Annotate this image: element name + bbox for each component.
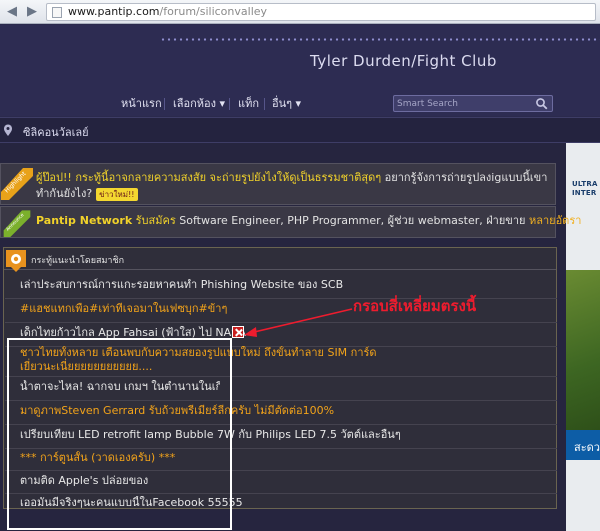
topic-link[interactable]: เปรียบเทียบ LED retrofit lamp Bubble 7W … [20, 428, 550, 442]
nav-tags[interactable]: แท็ก [238, 95, 259, 113]
address-bar[interactable]: www.pantip.com/forum/siliconvalley [46, 3, 596, 21]
search-icon[interactable] [535, 97, 548, 110]
top-nav: หน้าแรก เลือกห้อง ▾ แท็ก อื่นๆ ▾ [0, 90, 600, 116]
row-divider [5, 493, 557, 494]
recommended-header: กระทู้แนะนำโดยสมาชิก [4, 248, 556, 272]
nav-divider [229, 98, 230, 110]
club-header: Tyler Durden/Fight Club [0, 25, 600, 90]
topic-link[interactable]: *** การ์ตูนสั้น (วาดเองครับ) *** [20, 451, 550, 465]
medal-icon [6, 250, 26, 272]
nav-select-room[interactable]: เลือกห้อง ▾ [173, 95, 225, 113]
highlight-box: Highlight ผู้ป๊อป!! กระทู้นี้อาจกลายความ… [0, 163, 556, 205]
forward-arrow-icon[interactable]: ▶ [24, 4, 40, 20]
side-ad-image [566, 270, 600, 430]
nav-divider [164, 98, 165, 110]
topic-link[interactable]: มาดูภาพSteven Gerrard รับถ้วยพรีเมียร์ลี… [20, 404, 550, 418]
row-divider [5, 470, 557, 471]
annotation-arrow-icon [244, 308, 353, 337]
side-ad-bar: สะดว [566, 430, 600, 460]
browser-toolbar: ◀ ▶ www.pantip.com/forum/siliconvalley [0, 0, 600, 24]
announce-ribbon-icon: Announce [3, 210, 31, 237]
dotted-divider [160, 38, 600, 41]
close-icon[interactable] [232, 326, 244, 338]
nav-more[interactable]: อื่นๆ ▾ [272, 95, 301, 113]
breadcrumb: ซิลิคอนวัลเลย์ [0, 117, 600, 143]
topic-link[interactable]: เออมันมีจริงๆนะคนแบบนี้ในFacebook 55555 [20, 496, 550, 510]
recommended-topics-panel: กระทู้แนะนำโดยสมาชิก เล่าประสบการณ์การแก… [3, 247, 557, 509]
highlight-text[interactable]: ผู้ป๊อป!! กระทู้นี้อาจกลายความสงสัย จะถ่… [36, 170, 551, 202]
back-arrow-icon[interactable]: ◀ [4, 4, 20, 20]
page-icon [52, 7, 62, 18]
row-divider [5, 400, 557, 401]
announce-box: Announce Pantip Network รับสมัคร Softwar… [0, 206, 581, 238]
breadcrumb-room[interactable]: ซิลิคอนวัลเลย์ [23, 123, 89, 141]
topic-link[interactable]: ชาวไทยทั้งหลาย เตือนพบกับความสยองรูปแบบใ… [20, 346, 390, 374]
url-text: www.pantip.com/forum/siliconvalley [68, 5, 268, 18]
club-title: Tyler Durden/Fight Club [310, 52, 497, 70]
row-divider [5, 448, 557, 449]
search-input[interactable] [397, 97, 527, 110]
topic-link[interactable]: เล่าประสบการณ์การแกะรอยหาคนทำ Phishing W… [20, 278, 550, 292]
annotation-label: กรอบสี่เหลี่ยมตรงนี้ [353, 297, 477, 315]
nav-divider [264, 98, 265, 110]
topic-link[interactable]: น้ำตาจะไหล! ฉากจบ เกมฯ ในตำนานในเกียรติ [20, 380, 220, 394]
new-badge: ข่าวใหม่!! [96, 187, 138, 201]
recommended-heading: กระทู้แนะนำโดยสมาชิก [31, 256, 125, 266]
row-divider [5, 376, 557, 377]
nav-home[interactable]: หน้าแรก [121, 95, 162, 113]
smart-search [393, 95, 553, 112]
side-ad-heading: ULTRA INTER [572, 180, 598, 197]
topic-link[interactable]: ตามติด Apple's ปล่อยของ [20, 474, 550, 488]
highlight-ribbon-icon: Highlight [1, 168, 33, 200]
announce-text[interactable]: Pantip Network รับสมัคร Software Enginee… [36, 213, 581, 229]
row-divider [5, 424, 557, 425]
location-pin-icon [4, 124, 12, 136]
